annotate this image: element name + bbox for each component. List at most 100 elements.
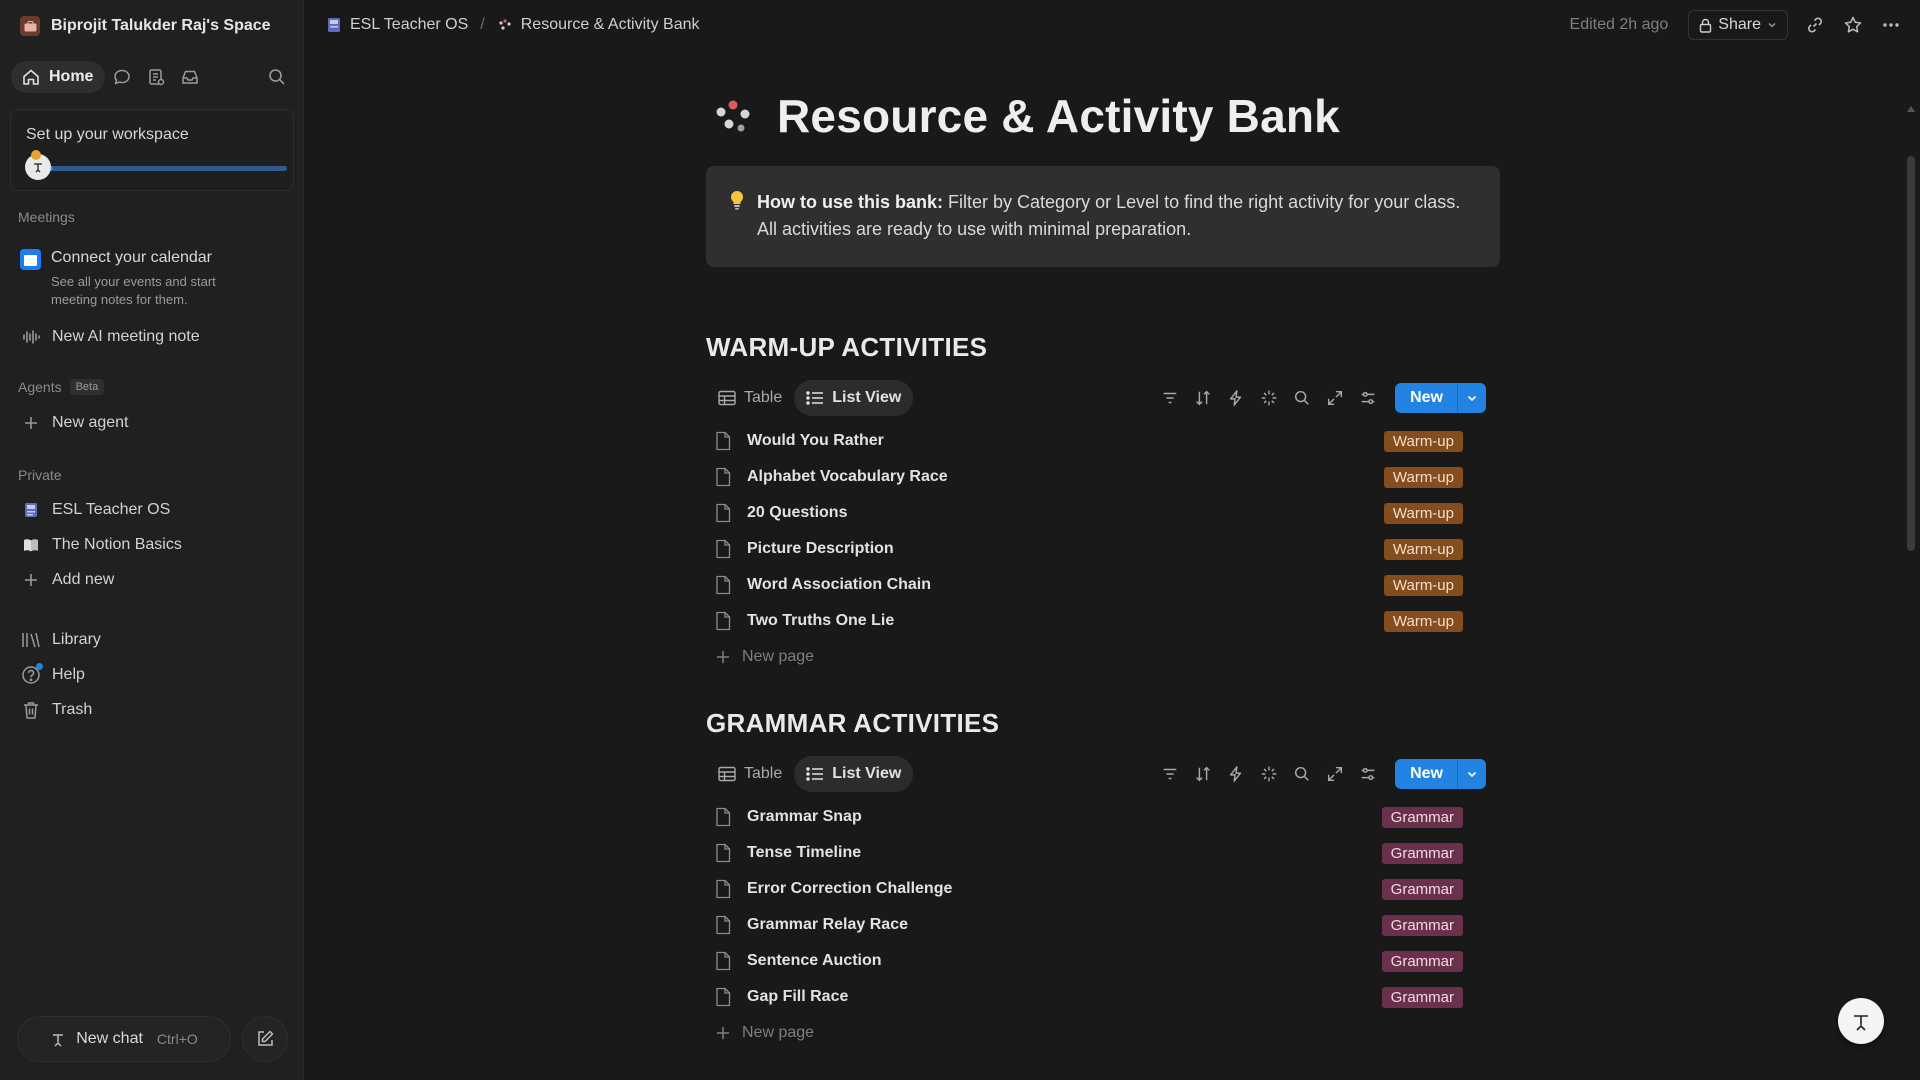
category-tag[interactable]: Warm-up (1383, 611, 1463, 632)
callout-block[interactable]: How to use this bank: Filter by Category… (706, 166, 1500, 267)
new-agent-item[interactable]: New agent (20, 411, 129, 435)
tab-table-view[interactable]: Table (706, 756, 794, 792)
list-item[interactable]: Gap Fill Race Grammar (706, 979, 1486, 1015)
database-tools: New (1154, 759, 1486, 789)
share-button[interactable]: Share (1688, 10, 1788, 40)
table-icon (718, 766, 736, 782)
automation-bolt-button[interactable] (1220, 383, 1251, 413)
list-item[interactable]: Two Truths One Lie Warm-up (706, 603, 1486, 639)
sort-button[interactable] (1187, 383, 1218, 413)
game-controller-icon[interactable] (711, 92, 759, 140)
new-chat-button[interactable]: New chat Ctrl+O (17, 1016, 231, 1062)
list-item[interactable]: Grammar Relay Race Grammar (706, 907, 1486, 943)
new-page-row[interactable]: New page (706, 639, 1486, 675)
tab-table-view[interactable]: Table (706, 380, 794, 416)
page-title[interactable]: Resource & Activity Bank (777, 89, 1340, 143)
new-button-label[interactable]: New (1395, 383, 1458, 413)
filter-button[interactable] (1154, 383, 1185, 413)
tab-list-view[interactable]: List View (794, 756, 914, 792)
new-ai-meeting-note-item[interactable]: New AI meeting note (20, 325, 200, 349)
sort-icon (1195, 766, 1210, 782)
section-title[interactable]: GRAMMAR ACTIVITIES (706, 708, 999, 739)
category-tag[interactable]: Warm-up (1383, 503, 1463, 524)
sort-button[interactable] (1187, 759, 1218, 789)
last-edited-text: Edited 2h ago (1569, 16, 1669, 33)
new-page-label: New page (742, 1024, 815, 1041)
list-item-title: Alphabet Vocabulary Race (747, 468, 948, 485)
ai-sparkle-button[interactable] (1253, 383, 1284, 413)
binder-icon (20, 499, 42, 521)
category-tag[interactable]: Warm-up (1383, 467, 1463, 488)
category-tag[interactable]: Grammar (1381, 951, 1463, 972)
filter-button[interactable] (1154, 759, 1185, 789)
workspace-switcher[interactable]: Biprojit Talukder Raj's Space (20, 14, 271, 38)
plus-icon (717, 651, 729, 663)
tab-list-view[interactable]: List View (794, 380, 914, 416)
list-item[interactable]: Alphabet Vocabulary Race Warm-up (706, 459, 1486, 495)
ai-sparkle-button[interactable] (1253, 759, 1284, 789)
trash-icon (20, 699, 42, 721)
list-item[interactable]: Would You Rather Warm-up (706, 423, 1486, 459)
meeting-notes-nav-button[interactable] (139, 61, 173, 93)
more-options-button[interactable] (1874, 10, 1908, 40)
scroll-up-arrow-icon[interactable] (1907, 106, 1915, 112)
copy-link-button[interactable] (1798, 10, 1832, 40)
compose-button[interactable] (242, 1016, 288, 1062)
expand-button[interactable] (1319, 383, 1350, 413)
list-item[interactable]: Sentence Auction Grammar (706, 943, 1486, 979)
list-item[interactable]: 20 Questions Warm-up (706, 495, 1486, 531)
add-new-page-item[interactable]: Add new (20, 568, 114, 592)
new-dropdown-button[interactable] (1458, 759, 1486, 789)
chevron-down-icon (1467, 771, 1477, 778)
workspace-name: Biprojit Talukder Raj's Space (51, 17, 271, 34)
category-tag[interactable]: Grammar (1381, 807, 1463, 828)
search-button[interactable] (1286, 759, 1317, 789)
new-item-button[interactable]: New (1395, 759, 1486, 789)
list-item[interactable]: Word Association Chain Warm-up (706, 567, 1486, 603)
new-page-row[interactable]: New page (706, 1015, 1486, 1051)
list-item-title: Word Association Chain (747, 576, 932, 593)
list-item[interactable]: Tense Timeline Grammar (706, 835, 1486, 871)
category-tag[interactable]: Grammar (1381, 915, 1463, 936)
page-icon (716, 467, 731, 487)
automation-bolt-icon (1229, 766, 1241, 782)
home-button[interactable]: Home (11, 61, 106, 93)
new-item-button[interactable]: New (1395, 383, 1486, 413)
view-settings-button[interactable] (1352, 759, 1383, 789)
search-button[interactable] (260, 61, 294, 93)
search-icon (1294, 766, 1309, 781)
private-section-label: Private (18, 467, 62, 483)
list-item[interactable]: Grammar Snap Grammar (706, 799, 1486, 835)
inbox-nav-button[interactable] (173, 61, 207, 93)
new-button-label[interactable]: New (1395, 759, 1458, 789)
sidebar-item-trash[interactable]: Trash (20, 698, 92, 722)
section-title[interactable]: WARM-UP ACTIVITIES (706, 332, 987, 363)
scrollbar[interactable] (1900, 48, 1920, 1080)
sidebar-item-notion-basics[interactable]: The Notion Basics (20, 533, 182, 557)
sidebar-item-help[interactable]: Help (20, 663, 85, 687)
new-dropdown-button[interactable] (1458, 383, 1486, 413)
category-tag[interactable]: Warm-up (1383, 575, 1463, 596)
scrollbar-thumb[interactable] (1907, 156, 1915, 551)
setup-workspace-card[interactable]: Set up your workspace (10, 109, 294, 191)
agents-label: Agents (18, 379, 62, 395)
category-tag[interactable]: Warm-up (1383, 539, 1463, 560)
sidebar-item-library[interactable]: Library (20, 628, 101, 652)
page-icon (716, 951, 731, 971)
view-settings-button[interactable] (1352, 383, 1383, 413)
category-tag[interactable]: Grammar (1381, 843, 1463, 864)
category-tag[interactable]: Grammar (1381, 987, 1463, 1008)
ai-assistant-button[interactable] (1838, 998, 1884, 1044)
breadcrumb-item-esl-teacher-os[interactable]: ESL Teacher OS (326, 16, 468, 34)
automation-bolt-button[interactable] (1220, 759, 1251, 789)
sidebar-item-esl-teacher-os[interactable]: ESL Teacher OS (20, 498, 170, 522)
expand-button[interactable] (1319, 759, 1350, 789)
category-tag[interactable]: Warm-up (1383, 431, 1463, 452)
list-item[interactable]: Picture Description Warm-up (706, 531, 1486, 567)
search-button[interactable] (1286, 383, 1317, 413)
chat-nav-button[interactable] (105, 61, 139, 93)
category-tag[interactable]: Grammar (1381, 879, 1463, 900)
breadcrumb-item-current-page[interactable]: Resource & Activity Bank (497, 16, 700, 34)
list-item[interactable]: Error Correction Challenge Grammar (706, 871, 1486, 907)
favorite-button[interactable] (1836, 10, 1870, 40)
